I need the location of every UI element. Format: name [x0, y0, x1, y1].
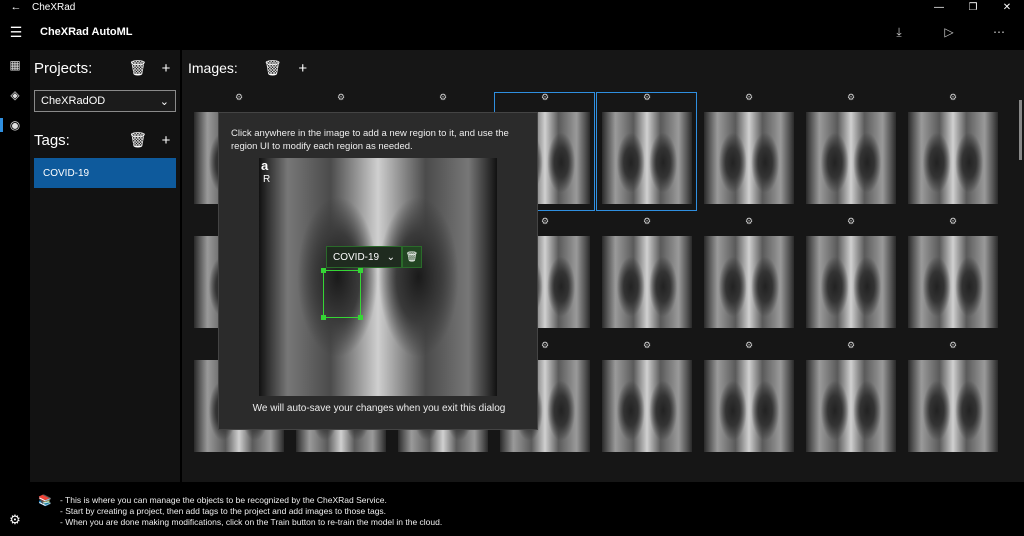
image-thumbnail[interactable]: ⚙: [698, 216, 800, 340]
image-settings-gear-icon[interactable]: ⚙: [596, 340, 698, 354]
delete-tag-icon[interactable]: 🗑: [124, 131, 152, 149]
xray-image-canvas[interactable]: a R COVID-19 ⌄ 🗑: [259, 158, 497, 396]
restore-button[interactable]: ❐: [956, 2, 990, 13]
image-settings-gear-icon[interactable]: ⚙: [290, 92, 392, 106]
image-settings-gear-icon[interactable]: ⚙: [698, 92, 800, 106]
images-header: Images: 🗑 +: [182, 50, 1024, 86]
books-icon: 📚: [38, 495, 52, 507]
region-tag-select[interactable]: COVID-19 ⌄: [326, 246, 402, 268]
image-settings-gear-icon[interactable]: ⚙: [800, 92, 902, 106]
help-line: - Start by creating a project, then add …: [60, 506, 387, 516]
chevron-down-icon: ⌄: [386, 251, 395, 263]
image-settings-gear-icon[interactable]: ⚙: [902, 216, 1004, 230]
image-thumbnail[interactable]: ⚙: [596, 216, 698, 340]
region-tag-value: COVID-19: [333, 251, 380, 263]
xray-thumbnail-image: [704, 236, 794, 328]
image-settings-gear-icon[interactable]: ⚙: [392, 92, 494, 106]
projects-header: Projects: 🗑 +: [30, 50, 180, 86]
window-title: CheXRad: [32, 1, 76, 13]
image-settings-gear-icon[interactable]: ⚙: [596, 92, 698, 106]
tags-heading: Tags:: [34, 131, 70, 149]
image-settings-gear-icon[interactable]: ⚙: [902, 92, 1004, 106]
image-settings-gear-icon[interactable]: ⚙: [902, 340, 1004, 354]
xray-thumbnail-image: [806, 236, 896, 328]
tag-item-covid-19[interactable]: COVID-19: [34, 158, 176, 188]
image-settings-gear-icon[interactable]: ⚙: [800, 340, 902, 354]
xray-thumbnail-image: [602, 236, 692, 328]
help-text: - This is where you can manage the objec…: [60, 495, 442, 528]
delete-region-icon[interactable]: 🗑: [402, 246, 422, 268]
image-thumbnail[interactable]: ⚙: [800, 92, 902, 216]
images-scrollbar[interactable]: [1019, 100, 1022, 160]
image-thumbnail[interactable]: ⚙: [698, 92, 800, 216]
close-button[interactable]: ✕: [990, 2, 1024, 13]
image-settings-gear-icon[interactable]: ⚙: [188, 92, 290, 106]
region-editor-dialog: Click anywhere in the image to add a new…: [218, 112, 538, 430]
image-settings-gear-icon[interactable]: ⚙: [698, 340, 800, 354]
dialog-instructions: Click anywhere in the image to add a new…: [231, 128, 509, 152]
image-settings-gear-icon[interactable]: ⚙: [800, 216, 902, 230]
xray-thumbnail-image: [602, 360, 692, 452]
region-handle[interactable]: [358, 315, 363, 320]
image-settings-gear-icon[interactable]: ⚙: [494, 92, 596, 106]
help-line: - This is where you can manage the objec…: [60, 495, 387, 505]
region-tag-control: COVID-19 ⌄ 🗑: [326, 246, 422, 268]
image-thumbnail[interactable]: ⚙: [902, 340, 1004, 464]
projects-heading: Projects:: [34, 59, 93, 77]
region-handle[interactable]: [321, 315, 326, 320]
delete-project-icon[interactable]: 🗑: [124, 59, 152, 77]
image-settings-gear-icon[interactable]: ⚙: [698, 216, 800, 230]
xray-thumbnail-image: [704, 360, 794, 452]
app-title: CheXRad AutoML: [40, 26, 133, 38]
settings-gear-icon[interactable]: ⚙: [0, 512, 30, 528]
xray-thumbnail-image: [806, 112, 896, 204]
image-label-r: R: [263, 174, 271, 185]
help-line: - When you are done making modifications…: [60, 517, 443, 527]
window-controls: — ❐ ✕: [922, 2, 1024, 13]
dialog-footer: We will auto-save your changes when you …: [252, 403, 506, 414]
region-box[interactable]: [321, 268, 363, 320]
image-thumbnail[interactable]: ⚙: [800, 340, 902, 464]
nav-rail: ▦ ◈ ◉ ⚙: [0, 50, 30, 536]
delete-image-icon[interactable]: 🗑: [258, 59, 288, 77]
image-label-a: a: [261, 158, 269, 173]
train-play-button[interactable]: ▷: [924, 25, 974, 39]
image-thumbnail[interactable]: ⚙: [596, 92, 698, 216]
images-heading: Images:: [188, 60, 238, 76]
nav-item-gallery-icon[interactable]: ▦: [0, 50, 30, 80]
image-thumbnail[interactable]: ⚙: [902, 216, 1004, 340]
help-bar: 📚 - This is where you can manage the obj…: [30, 486, 1024, 536]
add-project-icon[interactable]: +: [152, 60, 180, 77]
left-panel: Projects: 🗑 + CheXRadOD ⌄ Tags: 🗑 + COVI…: [30, 50, 180, 482]
region-handle[interactable]: [321, 268, 326, 273]
xray-thumbnail-image: [602, 112, 692, 204]
image-thumbnail[interactable]: ⚙: [902, 92, 1004, 216]
app-bar: ☰ CheXRad AutoML ⤓ ▷ ⋯: [0, 14, 1024, 50]
xray-thumbnail-image: [908, 360, 998, 452]
image-settings-gear-icon[interactable]: ⚙: [596, 216, 698, 230]
xray-thumbnail-image: [908, 236, 998, 328]
back-arrow-icon[interactable]: ←: [0, 1, 32, 13]
xray-thumbnail-image: [704, 112, 794, 204]
image-thumbnail[interactable]: ⚙: [698, 340, 800, 464]
xray-thumbnail-image: [908, 112, 998, 204]
hamburger-menu-icon[interactable]: ☰: [0, 24, 32, 41]
project-dropdown-value: CheXRadOD: [41, 95, 106, 107]
title-bar: ← CheXRad — ❐ ✕: [0, 0, 1024, 14]
tags-header: Tags: 🗑 +: [30, 122, 180, 158]
minimize-button[interactable]: —: [922, 2, 956, 13]
add-tag-icon[interactable]: +: [152, 132, 180, 149]
more-options-icon[interactable]: ⋯: [974, 25, 1024, 39]
image-thumbnail[interactable]: ⚙: [596, 340, 698, 464]
xray-thumbnail-image: [806, 360, 896, 452]
region-handle[interactable]: [358, 268, 363, 273]
nav-item-tag-icon[interactable]: ◈: [0, 80, 30, 110]
chevron-down-icon: ⌄: [159, 95, 169, 108]
add-image-icon[interactable]: +: [288, 60, 318, 77]
project-dropdown[interactable]: CheXRadOD ⌄: [34, 90, 176, 112]
nav-item-eye-icon[interactable]: ◉: [0, 110, 30, 140]
image-thumbnail[interactable]: ⚙: [800, 216, 902, 340]
download-icon[interactable]: ⤓: [874, 25, 924, 40]
